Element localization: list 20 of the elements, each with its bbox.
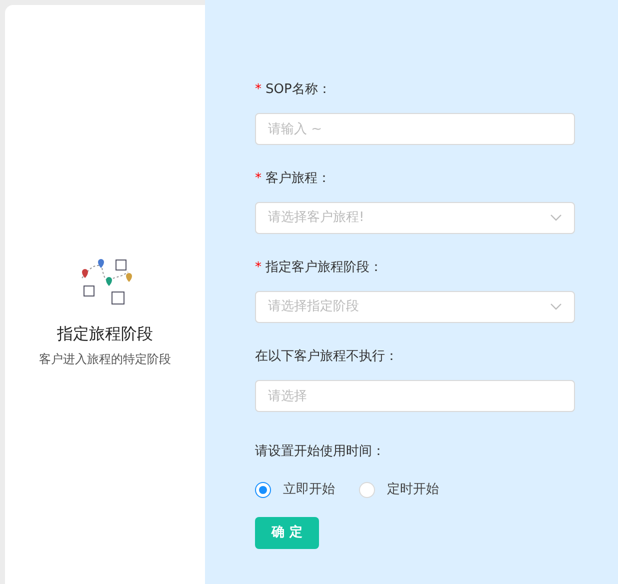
confirm-button[interactable]: 确 定 — [255, 516, 319, 548]
field-label: 在以下客户旅程不执行： — [255, 348, 398, 366]
radio-button[interactable] — [255, 482, 271, 498]
required-mark: * — [255, 259, 262, 278]
field-label: 请设置开始使用时间： — [255, 443, 386, 461]
chevron-down-icon — [550, 214, 562, 222]
field-label: 客户旅程： — [266, 170, 330, 188]
field-label: SOP名称： — [266, 81, 331, 100]
input-field[interactable]: 请输入 ~ — [255, 113, 575, 145]
select-field[interactable]: 请选择指定阶段 — [255, 291, 575, 323]
radio-option[interactable]: 定时开始 — [359, 480, 439, 500]
card-title: 指定旅程阶段 — [57, 322, 153, 344]
card-subtitle: 客户进入旅程的特定阶段 — [39, 350, 171, 368]
chevron-down-icon — [550, 303, 562, 311]
field-label: 指定客户旅程阶段： — [266, 259, 382, 278]
radio-option[interactable]: 立即开始 — [255, 480, 335, 500]
required-mark: * — [255, 170, 262, 188]
required-mark: * — [255, 81, 262, 100]
input-field[interactable]: 请选择 — [255, 380, 575, 412]
select-field[interactable]: 请选择客户旅程! — [255, 202, 575, 234]
